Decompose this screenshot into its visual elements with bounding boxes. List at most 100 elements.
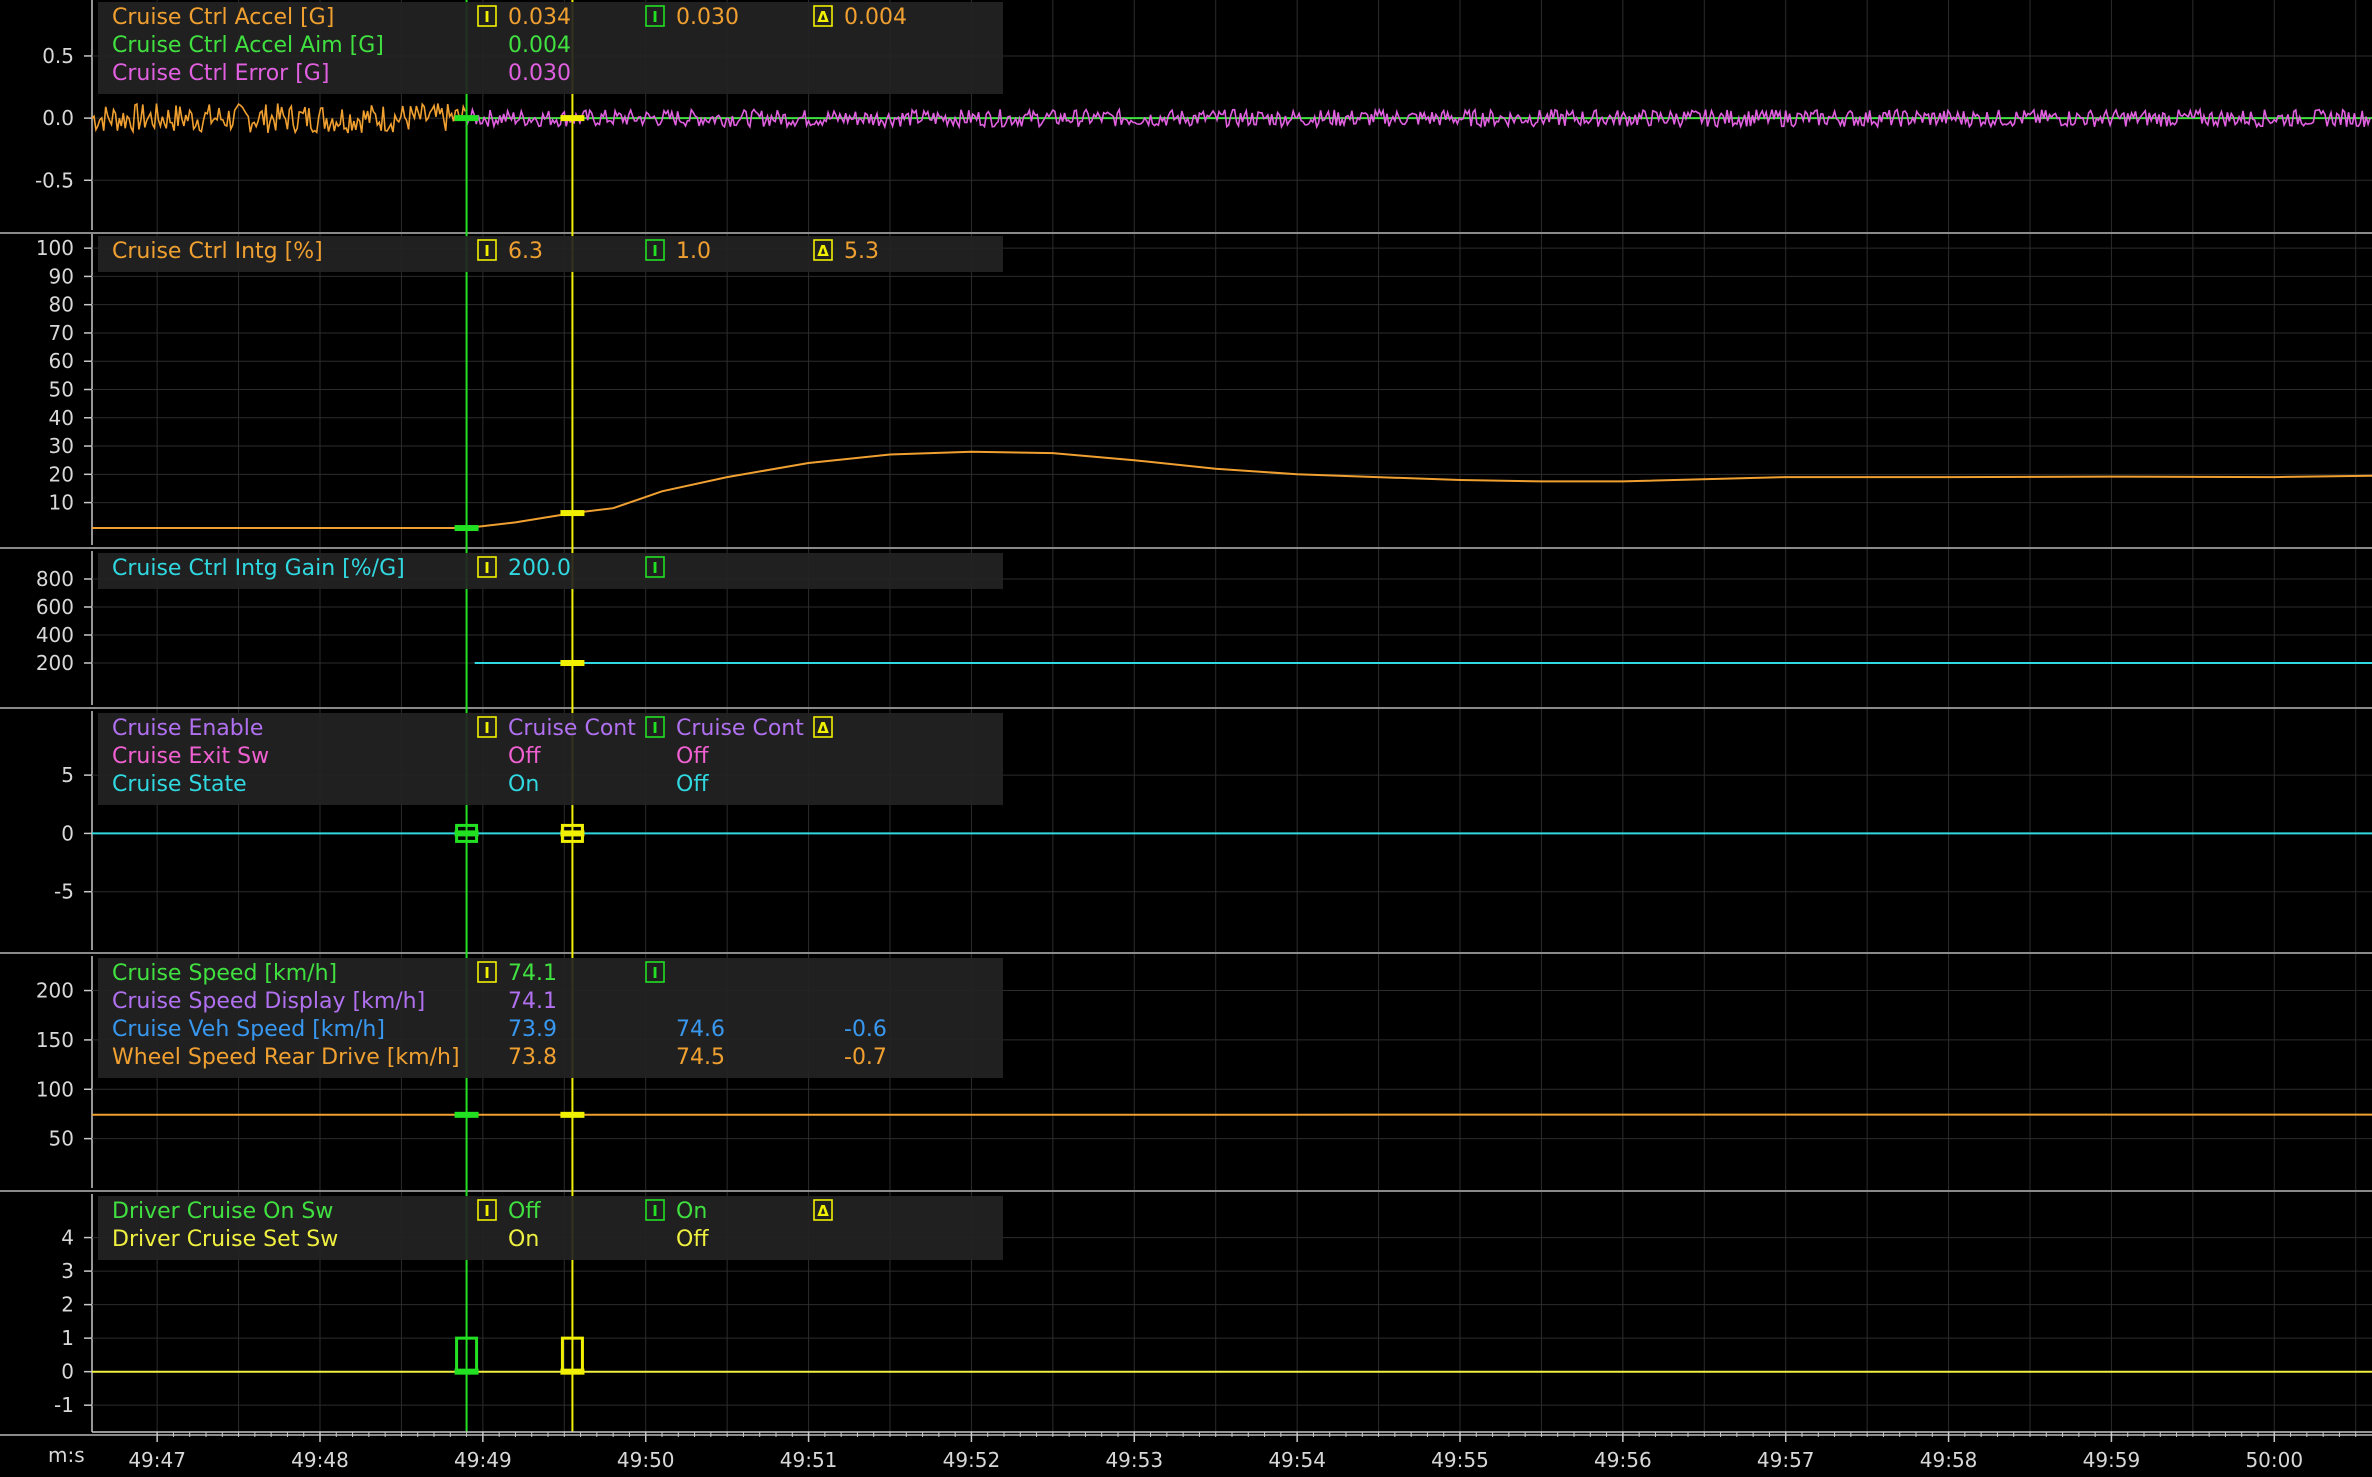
legend-value-cursor2: Off	[676, 744, 709, 769]
time-axis-tick-label: 49:55	[1431, 1448, 1489, 1472]
cursor2-icon-glyph: I	[652, 1202, 658, 1220]
legend-value-cursor1: Off	[508, 1199, 541, 1224]
y-axis-tick-label: -1	[54, 1393, 74, 1417]
y-axis-tick-label: 50	[49, 1127, 74, 1151]
legend-value-cursor1: On	[508, 1227, 539, 1252]
delta-icon-glyph: Δ	[817, 8, 829, 26]
time-axis-unit-label: m:s	[48, 1443, 85, 1467]
y-axis-tick-label: 0	[61, 821, 74, 845]
legend-value-cursor1: 0.004	[508, 33, 571, 58]
legend-series-name: Cruise Speed [km/h]	[112, 961, 337, 986]
y-axis-tick-label: 200	[36, 979, 74, 1003]
time-axis-tick-label: 49:49	[454, 1448, 512, 1472]
y-axis-tick-label: -0.5	[35, 168, 74, 192]
y-axis-tick-label: -5	[54, 880, 74, 904]
legend-series-name: Wheel Speed Rear Drive [km/h]	[112, 1045, 460, 1070]
delta-icon-glyph: Δ	[817, 242, 829, 260]
cursor1-icon-glyph: I	[484, 559, 490, 577]
time-axis-tick-label: 49:59	[2083, 1448, 2141, 1472]
delta-icon-glyph: Δ	[817, 719, 829, 737]
y-axis-tick-label: 10	[49, 491, 74, 515]
y-axis-tick-label: 200	[36, 651, 74, 675]
legend-series-name: Cruise Veh Speed [km/h]	[112, 1017, 385, 1042]
legend-driver: Driver Cruise On Sw Off On I I Δ Driver Cruise…	[98, 1196, 1003, 1260]
legend-value-cursor2: 1.0	[676, 239, 711, 264]
legend-series-name: Cruise Speed Display [km/h]	[112, 989, 425, 1014]
cursor2-icon-glyph: I	[652, 242, 658, 260]
legend-series-name: Driver Cruise On Sw	[112, 1199, 333, 1224]
legend-value-cursor1: Off	[508, 744, 541, 769]
legend-series-name: Cruise Ctrl Accel Aim [G]	[112, 33, 384, 58]
legend-value-cursor1: 73.8	[508, 1045, 557, 1070]
legend-value-cursor1: Cruise Cont	[508, 716, 636, 741]
legend-series-name: Cruise Ctrl Intg [%]	[112, 239, 323, 264]
time-axis-tick-label: 50:00	[2245, 1448, 2303, 1472]
legend-value-cursor2: 74.5	[676, 1045, 725, 1070]
legend-value-cursor1: 6.3	[508, 239, 543, 264]
legend-series-name: Cruise Ctrl Accel [G]	[112, 5, 334, 30]
legend-series-name: Cruise Exit Sw	[112, 744, 269, 769]
legend-value-cursor1: 73.9	[508, 1017, 557, 1042]
time-axis-tick-label: 49:48	[291, 1448, 349, 1472]
y-axis-tick-label: 0.5	[42, 44, 74, 68]
y-axis-tick-label: 150	[36, 1028, 74, 1052]
legend-series-name: Cruise Ctrl Intg Gain [%/G]	[112, 556, 405, 581]
y-axis-tick-label: 80	[49, 293, 74, 317]
y-axis-tick-label: 0	[61, 1360, 74, 1384]
cursor1-icon-glyph: I	[484, 1202, 490, 1220]
legend-intg: Cruise Ctrl Intg [%] 6.3 1.0 5.3 I I Δ	[98, 236, 1003, 272]
cursor1-icon-glyph: I	[484, 964, 490, 982]
time-axis-tick-label: 49:51	[780, 1448, 838, 1472]
legend-value-cursor1: 200.0	[508, 556, 571, 581]
y-axis-tick-label: 90	[49, 264, 74, 288]
y-axis-tick-label: 600	[36, 595, 74, 619]
legend-series-name: Cruise State	[112, 772, 247, 797]
legend-value-cursor2: Off	[676, 772, 709, 797]
y-axis-tick-label: 4	[61, 1226, 74, 1250]
y-axis-tick-label: 3	[61, 1259, 74, 1283]
y-axis-tick-label: 800	[36, 567, 74, 591]
legend-state: Cruise Enable Cruise Cont Cruise Cont I I Δ Cr…	[98, 713, 1003, 805]
time-axis-tick-label: 49:53	[1105, 1448, 1163, 1472]
cursor1-icon-glyph: I	[484, 8, 490, 26]
cursor1-icon-glyph: I	[484, 242, 490, 260]
legend-value-cursor2: On	[676, 1199, 707, 1224]
delta-icon-glyph: Δ	[817, 1202, 829, 1220]
legend-value-cursor2: Cruise Cont	[676, 716, 804, 741]
cursor2-icon-glyph: I	[652, 719, 658, 737]
legend-value-cursor2: Off	[676, 1227, 709, 1252]
legend-value-cursor2: 0.030	[676, 5, 739, 30]
y-axis-tick-label: 0.0	[42, 106, 74, 130]
legend-value-delta: 5.3	[844, 239, 879, 264]
telemetry-chart[interactable]: 0.50.0-0.5100908070605040302010800600400…	[0, 0, 2372, 1477]
legend-value-delta: 0.004	[844, 5, 907, 30]
time-axis-tick-label: 49:50	[617, 1448, 675, 1472]
legend-accel: Cruise Ctrl Accel [G] 0.034 0.030 0.004 I I Δ C…	[98, 2, 1003, 94]
legend-speed: Cruise Speed [km/h] 74.1 I I Cruise Speed Di…	[98, 958, 1003, 1078]
telemetry-analysis-window: 0.5 0.0 -0.5 100 90 80 70 60 50 40 30 20 10 800 600 400…	[0, 0, 2372, 1477]
time-axis-tick-label: 49:56	[1594, 1448, 1652, 1472]
legend-value-cursor2: 74.6	[676, 1017, 725, 1042]
legend-value-cursor1: On	[508, 772, 539, 797]
time-axis-tick-label: 49:47	[128, 1448, 186, 1472]
y-axis-tick-label: 20	[49, 462, 74, 486]
y-axis-tick-label: 1	[61, 1326, 74, 1350]
legend-series-name: Cruise Enable	[112, 716, 263, 741]
y-axis-tick-label: 2	[61, 1293, 74, 1317]
legend-value-cursor1: 74.1	[508, 989, 557, 1014]
cursor2-icon-glyph: I	[652, 559, 658, 577]
legend-series-name: Driver Cruise Set Sw	[112, 1227, 338, 1252]
y-axis-tick-label: 30	[49, 434, 74, 458]
time-axis-tick-label: 49:57	[1757, 1448, 1815, 1472]
legend-value-delta: -0.6	[844, 1017, 887, 1042]
y-axis-tick-label: 60	[49, 349, 74, 373]
legend-gain: Cruise Ctrl Intg Gain [%/G] 200.0 I I	[98, 553, 1003, 589]
cursor2-icon-glyph: I	[652, 964, 658, 982]
y-axis-tick-label: 400	[36, 623, 74, 647]
y-axis-tick-label: 5	[61, 763, 74, 787]
y-axis-tick-label: 40	[49, 406, 74, 430]
legend-value-cursor1: 74.1	[508, 961, 557, 986]
cursor2-icon-glyph: I	[652, 8, 658, 26]
legend-value-cursor1: 0.030	[508, 61, 571, 86]
legend-value-delta: -0.7	[844, 1045, 887, 1070]
